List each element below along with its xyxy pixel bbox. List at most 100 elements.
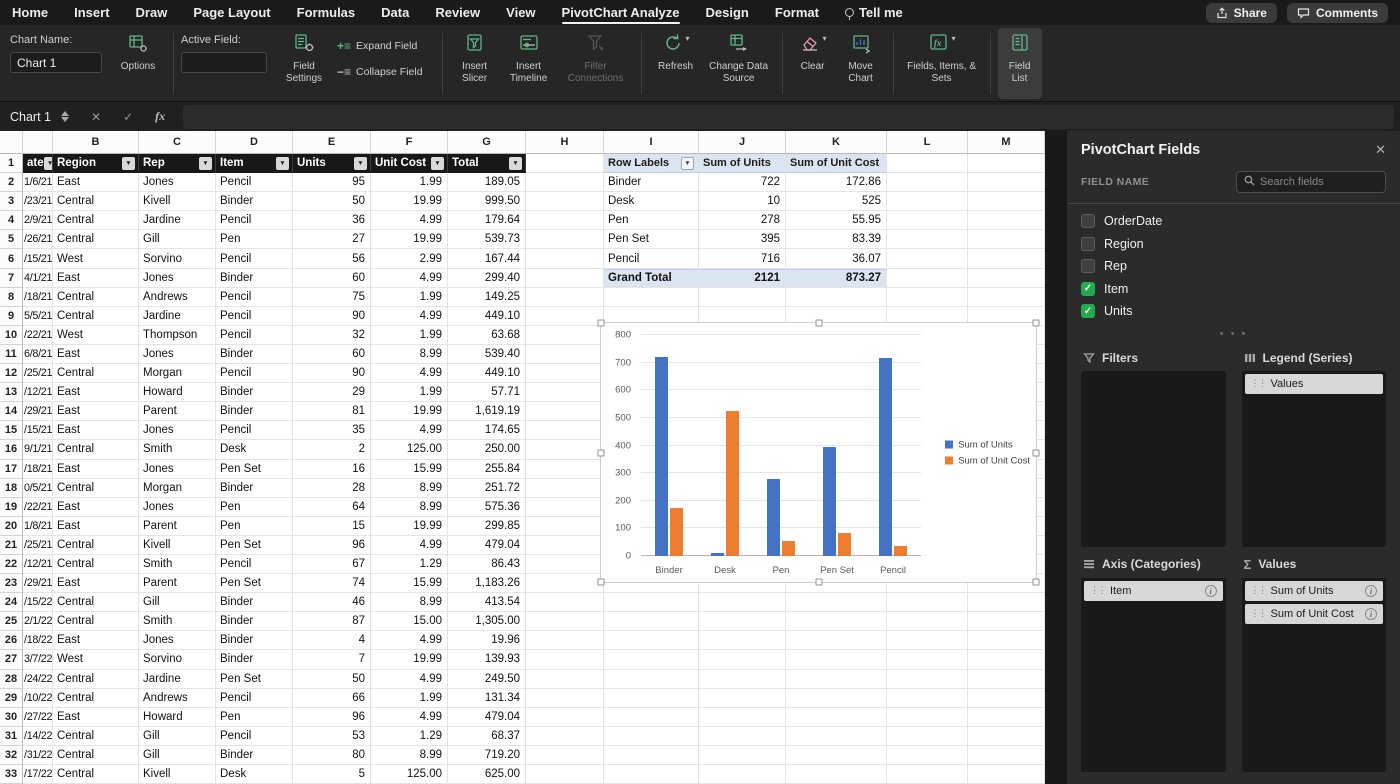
cell[interactable]: [968, 173, 1045, 193]
cell[interactable]: [887, 745, 968, 765]
cell[interactable]: [526, 478, 604, 498]
row-number[interactable]: 28: [0, 669, 23, 689]
cell[interactable]: Binder: [216, 745, 293, 765]
cell[interactable]: [526, 325, 604, 345]
cell[interactable]: [526, 650, 604, 670]
column-header-I[interactable]: I: [604, 131, 699, 154]
formula-input[interactable]: [183, 104, 1394, 129]
cell[interactable]: 28: [293, 478, 371, 498]
cell[interactable]: [526, 344, 604, 365]
cell[interactable]: 719.20: [448, 745, 526, 765]
cell[interactable]: [786, 745, 887, 765]
cell[interactable]: 19.96: [448, 631, 526, 651]
cell[interactable]: [526, 688, 604, 708]
cell[interactable]: 4.99: [371, 364, 448, 384]
cell[interactable]: [887, 154, 968, 174]
cell[interactable]: Binder: [216, 192, 293, 212]
cell[interactable]: 19.99: [371, 192, 448, 212]
cell[interactable]: [604, 612, 699, 632]
close-icon[interactable]: ✕: [1375, 142, 1386, 158]
menu-tab-pivotchart-analyze[interactable]: PivotChart Analyze: [561, 0, 680, 25]
cell[interactable]: [887, 192, 968, 212]
info-icon[interactable]: i: [1365, 584, 1377, 597]
cell[interactable]: 1.99: [371, 287, 448, 307]
cell[interactable]: 139.93: [448, 650, 526, 670]
cell[interactable]: 1.99: [371, 173, 448, 193]
cell[interactable]: West: [53, 249, 139, 269]
field-list-item-item[interactable]: ✓ Item: [1067, 278, 1400, 301]
cell[interactable]: [526, 421, 604, 441]
cell[interactable]: 4.99: [371, 669, 448, 689]
cell[interactable]: 999.50: [448, 192, 526, 212]
insert-timeline-button[interactable]: Insert Timeline: [500, 28, 558, 99]
cell[interactable]: [526, 192, 604, 212]
cell[interactable]: Gill: [139, 745, 216, 765]
menu-tab-formulas[interactable]: Formulas: [297, 0, 356, 25]
chart-selection-handle[interactable]: [815, 578, 822, 586]
cell[interactable]: [887, 612, 968, 632]
cell[interactable]: 36: [293, 211, 371, 231]
cell[interactable]: 7: [293, 650, 371, 670]
column-header-G[interactable]: G: [448, 131, 526, 154]
row-number[interactable]: 30: [0, 707, 23, 727]
filter-connections-button[interactable]: Filter Connections: [558, 28, 634, 99]
row-number[interactable]: 2: [0, 173, 23, 193]
cell[interactable]: [526, 631, 604, 651]
cell[interactable]: [604, 593, 699, 613]
cell[interactable]: [526, 402, 604, 422]
cell[interactable]: [526, 459, 604, 479]
menu-tab-data[interactable]: Data: [381, 0, 409, 25]
row-number[interactable]: 19: [0, 497, 23, 517]
pivot-cell[interactable]: Desk: [604, 192, 699, 212]
bar-sum-of-unit-cost[interactable]: [782, 540, 795, 556]
cell[interactable]: [887, 268, 968, 288]
cell[interactable]: [526, 669, 604, 689]
row-number[interactable]: 31: [0, 726, 23, 746]
cell[interactable]: 625.00: [448, 765, 526, 784]
cell[interactable]: East: [53, 173, 139, 193]
axis-area-well[interactable]: ⋮⋮ Item i: [1081, 577, 1226, 772]
cell[interactable]: Kivell: [139, 192, 216, 212]
cell[interactable]: Pen Set: [216, 535, 293, 555]
cell[interactable]: /12/21: [23, 554, 53, 575]
cell[interactable]: Pen Set: [216, 459, 293, 479]
field-settings-button[interactable]: Field Settings: [275, 28, 333, 99]
bar-sum-of-units[interactable]: [711, 553, 724, 556]
table-header-cell[interactable]: Unit Cost ▼: [371, 154, 448, 174]
menu-tab-draw[interactable]: Draw: [136, 0, 168, 25]
menu-tab-view[interactable]: View: [506, 0, 535, 25]
cell[interactable]: 1.29: [371, 554, 448, 575]
cell[interactable]: [968, 726, 1045, 746]
cell[interactable]: [604, 631, 699, 651]
pivot-cell[interactable]: 722: [699, 173, 786, 193]
cell[interactable]: 66: [293, 688, 371, 708]
cell[interactable]: [699, 726, 786, 746]
menu-tab-format[interactable]: Format: [775, 0, 819, 25]
cell[interactable]: Andrews: [139, 688, 216, 708]
cell[interactable]: 4/1/21: [23, 268, 53, 288]
cell[interactable]: 1.99: [371, 325, 448, 345]
chart-selection-handle[interactable]: [597, 319, 605, 327]
cell[interactable]: Pen: [216, 497, 293, 517]
row-number[interactable]: 18: [0, 478, 23, 498]
cell[interactable]: [604, 688, 699, 708]
cell[interactable]: 4.99: [371, 631, 448, 651]
cell[interactable]: 1.99: [371, 383, 448, 403]
cell[interactable]: 449.10: [448, 364, 526, 384]
field-list-item-units[interactable]: ✓ Units: [1067, 300, 1400, 323]
cell[interactable]: Jones: [139, 421, 216, 441]
cell[interactable]: 90: [293, 364, 371, 384]
cell[interactable]: 74: [293, 574, 371, 594]
cell[interactable]: Binder: [216, 478, 293, 498]
cell[interactable]: [526, 612, 604, 632]
cell[interactable]: 19.99: [371, 650, 448, 670]
row-number[interactable]: 6: [0, 249, 23, 269]
chart-name-input[interactable]: [10, 52, 102, 73]
cell[interactable]: Pen: [216, 230, 293, 250]
chart-selection-handle[interactable]: [597, 578, 605, 586]
cell[interactable]: Pencil: [216, 306, 293, 326]
cell[interactable]: [968, 765, 1045, 784]
cell[interactable]: [526, 268, 604, 288]
search-fields-input[interactable]: [1260, 176, 1378, 188]
pivot-cell[interactable]: 525: [786, 192, 887, 212]
